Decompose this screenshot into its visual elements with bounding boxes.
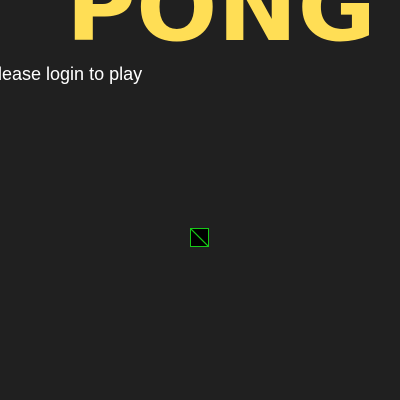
login-message: Please login to play: [0, 62, 398, 86]
login-message-text: Please login to play: [0, 64, 143, 84]
broken-image-icon[interactable]: [190, 228, 209, 247]
broken-image-glyph: [191, 229, 208, 246]
game-title: PONG: [66, 0, 376, 48]
logo-area: PONG: [0, 0, 400, 48]
